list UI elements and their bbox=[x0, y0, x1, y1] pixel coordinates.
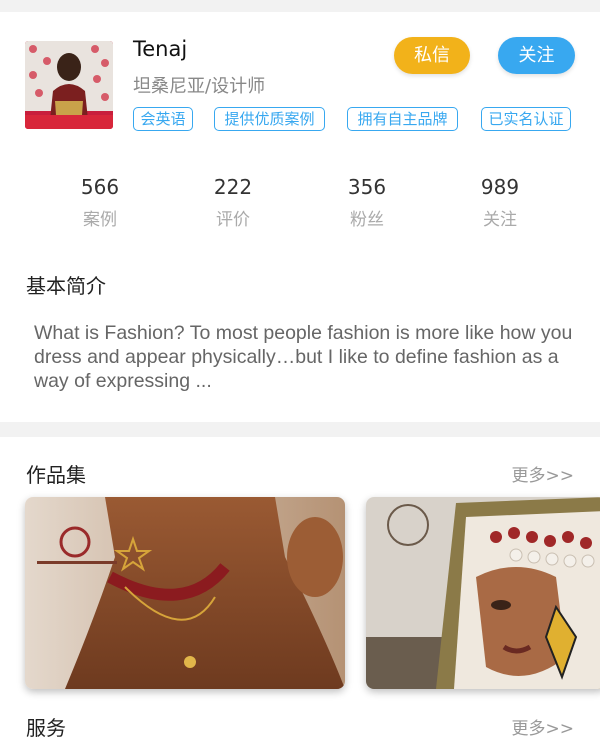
stat-fans[interactable]: 356 粉丝 bbox=[317, 175, 417, 230]
works-title: 作品集 bbox=[26, 463, 86, 487]
stat-label: 评价 bbox=[216, 210, 250, 230]
top-gap bbox=[0, 0, 600, 12]
stat-value: 356 bbox=[347, 175, 387, 199]
designer-name: Tenaj bbox=[133, 37, 188, 61]
portfolio-section: 作品集 更多>> 服务 更多>> bbox=[0, 437, 600, 755]
message-button[interactable]: 私信 bbox=[394, 37, 470, 74]
stat-value: 566 bbox=[80, 175, 120, 199]
stat-label: 粉丝 bbox=[350, 210, 384, 230]
stat-following[interactable]: 989 关注 bbox=[450, 175, 550, 230]
follow-button[interactable]: 关注 bbox=[498, 37, 575, 74]
work-item-beaded-portrait[interactable] bbox=[366, 497, 600, 689]
intro-title: 基本简介 bbox=[26, 274, 106, 298]
services-title: 服务 bbox=[26, 716, 66, 740]
designer-location: 坦桑尼亚/设计师 bbox=[133, 76, 266, 97]
stat-label: 案例 bbox=[83, 210, 117, 230]
tag-own-brand: 拥有自主品牌 bbox=[347, 107, 458, 131]
profile-card: Tenaj 坦桑尼亚/设计师 私信 关注 会英语 提供优质案例 拥有自主品牌 已… bbox=[0, 12, 600, 422]
stat-value: 989 bbox=[480, 175, 520, 199]
tag-quality-cases: 提供优质案例 bbox=[214, 107, 325, 131]
tag-english: 会英语 bbox=[133, 107, 193, 131]
stat-label: 关注 bbox=[483, 210, 517, 230]
intro-text: What is Fashion? To most people fashion … bbox=[34, 322, 573, 392]
services-more-link[interactable]: 更多>> bbox=[512, 714, 575, 739]
stat-value: 222 bbox=[213, 175, 253, 199]
avatar[interactable] bbox=[25, 41, 113, 129]
stat-reviews[interactable]: 222 评价 bbox=[183, 175, 283, 230]
works-more-link[interactable]: 更多>> bbox=[512, 461, 575, 486]
work-item-necklace[interactable] bbox=[25, 497, 345, 689]
designer-profile-page: Tenaj 坦桑尼亚/设计师 私信 关注 会英语 提供优质案例 拥有自主品牌 已… bbox=[0, 0, 600, 755]
tag-verified: 已实名认证 bbox=[481, 107, 571, 131]
stat-cases[interactable]: 566 案例 bbox=[50, 175, 150, 230]
